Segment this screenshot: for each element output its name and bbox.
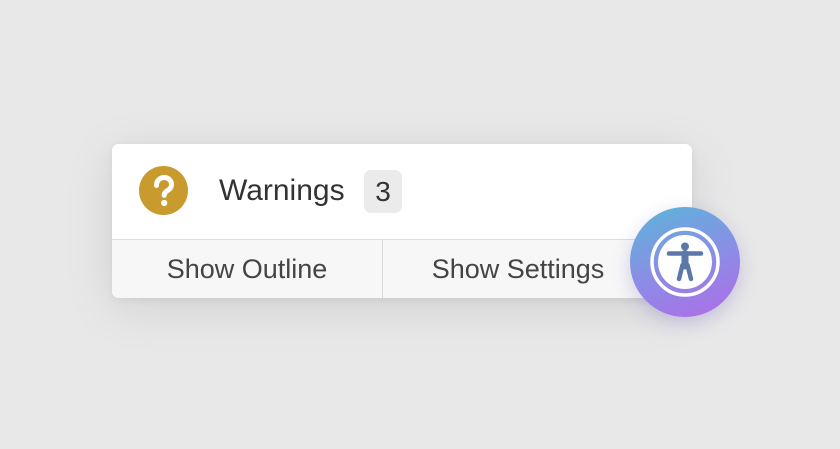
warnings-count-badge: 3 [364,170,402,213]
panel-actions: Show Outline Show Settings [112,239,692,298]
accessibility-person-icon [649,226,721,298]
question-circle-icon [139,166,188,215]
stage: Warnings 3 Show Outline Show Settings [0,0,840,449]
warnings-header[interactable]: Warnings 3 [112,144,692,239]
accessibility-button[interactable] [630,207,740,317]
warnings-panel: Warnings 3 Show Outline Show Settings [112,144,692,298]
warnings-title: Warnings [219,174,345,207]
show-settings-button[interactable]: Show Settings [383,240,653,298]
show-outline-button[interactable]: Show Outline [112,240,382,298]
